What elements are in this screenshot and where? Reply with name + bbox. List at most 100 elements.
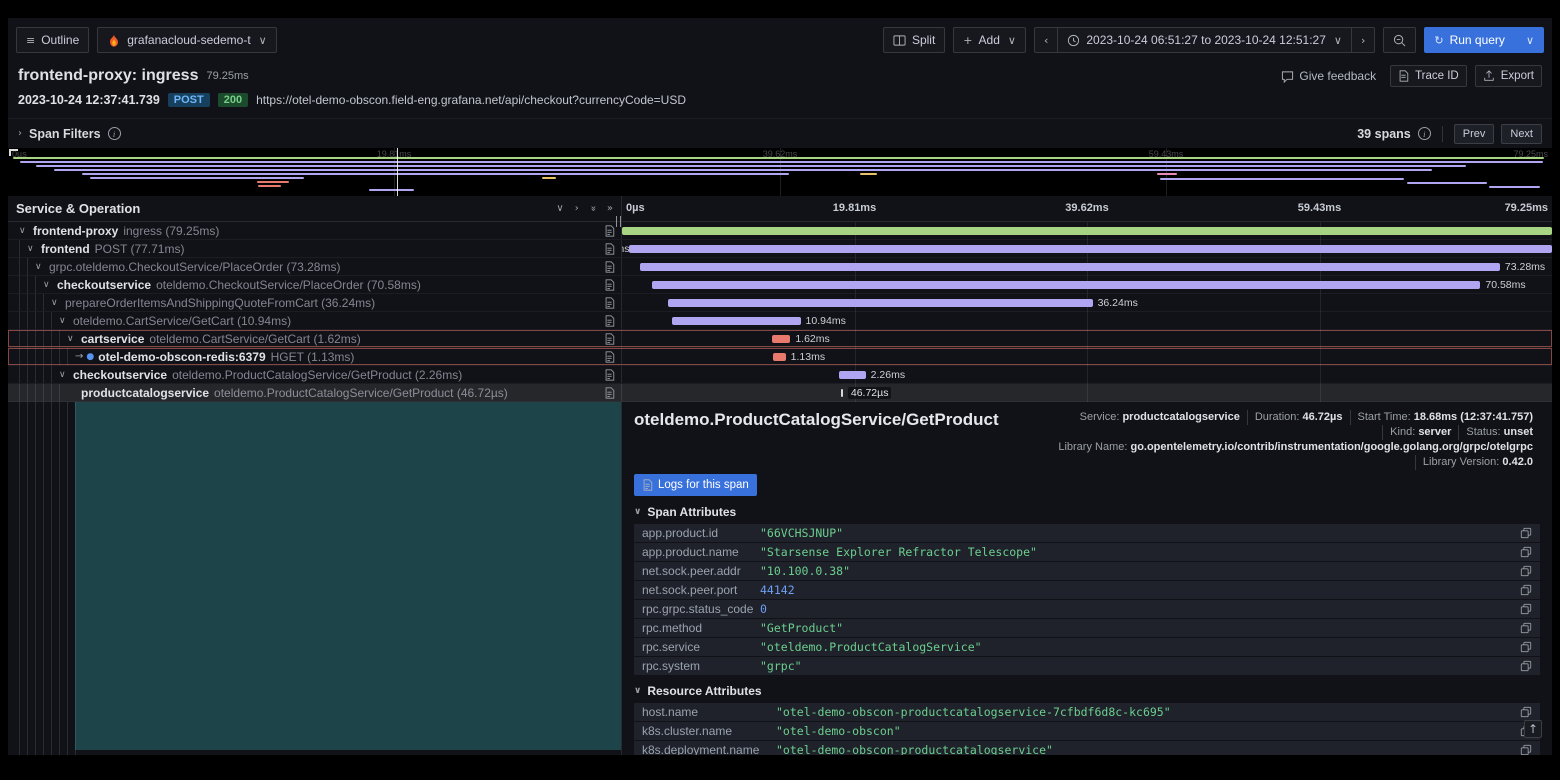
- span-log-icon[interactable]: [604, 387, 615, 399]
- span-duration-bar[interactable]: [672, 317, 800, 325]
- zoom-out-button[interactable]: [1383, 27, 1416, 53]
- copy-icon[interactable]: [1520, 744, 1532, 755]
- add-button[interactable]: + Add ∨: [953, 27, 1026, 53]
- copy-icon[interactable]: [1520, 527, 1532, 539]
- span-duration-bar[interactable]: [629, 245, 1552, 253]
- span-bar-cell[interactable]: 46.72µs: [622, 384, 1552, 401]
- trace-span-row[interactable]: ∨frontendPOST (77.71ms)77.71ms: [8, 240, 1552, 258]
- column-resize-handle[interactable]: [616, 216, 621, 227]
- span-bar-cell[interactable]: [622, 222, 1552, 239]
- span-name-cell[interactable]: ∨oteldemo.CartService/GetCart (10.94ms): [8, 312, 622, 329]
- expand-all-icon[interactable]: »: [607, 203, 613, 214]
- span-name-cell[interactable]: ∨checkoutserviceoteldemo.ProductCatalogS…: [8, 366, 622, 383]
- span-bar-cell[interactable]: 36.24ms: [622, 294, 1552, 311]
- expand-collapse-icon[interactable]: ∨: [67, 334, 81, 344]
- copy-icon[interactable]: [1520, 660, 1532, 672]
- expand-collapse-icon[interactable]: ∨: [35, 262, 49, 272]
- span-log-icon[interactable]: [604, 225, 615, 237]
- span-duration-bar[interactable]: [652, 281, 1481, 289]
- span-name-cell[interactable]: ∨checkoutserviceoteldemo.CheckoutService…: [8, 276, 622, 293]
- span-name-cell[interactable]: ∨frontend-proxyingress (79.25ms): [8, 222, 622, 239]
- resource-attributes-section[interactable]: ∨ Resource Attributes: [634, 683, 1540, 699]
- copy-icon[interactable]: [1520, 546, 1532, 558]
- span-duration-bar[interactable]: [773, 353, 786, 361]
- trace-span-row[interactable]: →●otel-demo-obscon-redis:6379HGET (1.13m…: [8, 348, 1552, 366]
- run-query-dropdown[interactable]: ∨: [1514, 27, 1544, 53]
- collapse-one-icon[interactable]: ∨: [556, 203, 563, 214]
- expand-collapse-icon[interactable]: ∨: [59, 370, 73, 380]
- chevron-down-icon: ∨: [1008, 34, 1016, 47]
- span-duration-bar[interactable]: [841, 389, 843, 397]
- span-duration-bar[interactable]: [772, 335, 791, 343]
- copy-icon[interactable]: [1520, 641, 1532, 653]
- prev-span-button[interactable]: Prev: [1454, 124, 1495, 144]
- copy-icon[interactable]: [1520, 603, 1532, 615]
- span-name-cell[interactable]: ∨cartserviceoteldemo.CartService/GetCart…: [8, 330, 622, 347]
- span-bar-cell[interactable]: 1.13ms: [622, 348, 1552, 365]
- span-log-icon[interactable]: [604, 351, 615, 363]
- span-bar-cell[interactable]: 10.94ms: [622, 312, 1552, 329]
- span-name-cell[interactable]: ∨grpc.oteldemo.CheckoutService/PlaceOrde…: [8, 258, 622, 275]
- span-bar-cell[interactable]: 2.26ms: [622, 366, 1552, 383]
- time-forward-button[interactable]: ›: [1351, 27, 1375, 53]
- time-back-button[interactable]: ‹: [1034, 27, 1058, 53]
- trace-span-row[interactable]: ∨prepareOrderItemsAndShippingQuoteFromCa…: [8, 294, 1552, 312]
- span-log-icon[interactable]: [604, 333, 615, 345]
- span-name-cell[interactable]: ∨prepareOrderItemsAndShippingQuoteFromCa…: [8, 294, 622, 311]
- copy-icon[interactable]: [1520, 622, 1532, 634]
- expand-one-icon[interactable]: ›: [575, 203, 579, 214]
- expand-collapse-icon[interactable]: ∨: [43, 280, 57, 290]
- collapse-all-icon[interactable]: »: [587, 205, 598, 211]
- copy-icon[interactable]: [1520, 706, 1532, 718]
- expand-collapse-icon[interactable]: ∨: [59, 316, 73, 326]
- span-bar-cell[interactable]: 1.62ms: [622, 330, 1552, 347]
- span-attributes-section[interactable]: ∨ Span Attributes: [634, 504, 1540, 520]
- span-log-icon[interactable]: [604, 315, 615, 327]
- trace-id-button[interactable]: Trace ID: [1390, 65, 1467, 87]
- expand-collapse-icon[interactable]: ∨: [51, 298, 65, 308]
- span-duration-bar[interactable]: [640, 263, 1500, 271]
- export-button[interactable]: Export: [1475, 65, 1542, 87]
- time-range-button[interactable]: 2023-10-24 06:51:27 to 2023-10-24 12:51:…: [1057, 27, 1352, 53]
- trace-span-row[interactable]: ∨checkoutserviceoteldemo.CheckoutService…: [8, 276, 1552, 294]
- attribute-row: rpc.service"oteldemo.ProductCatalogServi…: [634, 638, 1540, 656]
- next-span-button[interactable]: Next: [1501, 124, 1542, 144]
- trace-span-row[interactable]: ∨grpc.oteldemo.CheckoutService/PlaceOrde…: [8, 258, 1552, 276]
- give-feedback-button[interactable]: Give feedback: [1275, 68, 1382, 84]
- minimap-span-line: [13, 157, 1545, 159]
- trace-minimap[interactable]: 0µs19.81ms39.62ms59.43ms79.25ms: [8, 148, 1552, 196]
- span-name-cell[interactable]: →●otel-demo-obscon-redis:6379HGET (1.13m…: [8, 348, 622, 365]
- trace-span-row[interactable]: ∨frontend-proxyingress (79.25ms): [8, 222, 1552, 240]
- span-duration-bar[interactable]: [668, 299, 1093, 307]
- trace-span-row[interactable]: ∨cartserviceoteldemo.CartService/GetCart…: [8, 330, 1552, 348]
- chevron-right-icon[interactable]: ›: [18, 128, 22, 139]
- minimap-cursor[interactable]: [397, 148, 398, 196]
- split-button[interactable]: Split: [883, 27, 945, 53]
- span-duration-bar[interactable]: [839, 371, 866, 379]
- logs-for-span-button[interactable]: Logs for this span: [634, 474, 757, 496]
- outline-button[interactable]: ≡ Outline: [16, 27, 89, 53]
- span-log-icon[interactable]: [604, 279, 615, 291]
- scroll-up-button[interactable]: ↑: [1524, 720, 1542, 738]
- span-bar-cell[interactable]: 73.28ms: [622, 258, 1552, 275]
- trace-span-row[interactable]: productcatalogserviceoteldemo.ProductCat…: [8, 384, 1552, 402]
- span-bar-cell[interactable]: 77.71ms: [622, 240, 1552, 257]
- span-name-cell[interactable]: productcatalogserviceoteldemo.ProductCat…: [8, 384, 622, 401]
- copy-icon[interactable]: [1520, 584, 1532, 596]
- span-filters-title[interactable]: Span Filters: [29, 127, 101, 141]
- expand-collapse-icon[interactable]: ∨: [19, 226, 33, 236]
- span-bar-cell[interactable]: 70.58ms: [622, 276, 1552, 293]
- trace-span-row[interactable]: ∨checkoutserviceoteldemo.ProductCatalogS…: [8, 366, 1552, 384]
- span-name-cell[interactable]: ∨frontendPOST (77.71ms): [8, 240, 622, 257]
- trace-span-row[interactable]: ∨oteldemo.CartService/GetCart (10.94ms)1…: [8, 312, 1552, 330]
- span-log-icon[interactable]: [604, 261, 615, 273]
- span-log-icon[interactable]: [604, 297, 615, 309]
- indent-guide: [27, 348, 28, 365]
- datasource-picker[interactable]: grafanacloud-sedemo-t ∨: [97, 27, 276, 53]
- expand-collapse-icon[interactable]: ∨: [27, 244, 41, 254]
- run-query-button[interactable]: ↻ Run query: [1424, 27, 1515, 53]
- copy-icon[interactable]: [1520, 565, 1532, 577]
- span-log-icon[interactable]: [604, 369, 615, 381]
- span-duration-bar[interactable]: [622, 227, 1552, 235]
- span-log-icon[interactable]: [604, 243, 615, 255]
